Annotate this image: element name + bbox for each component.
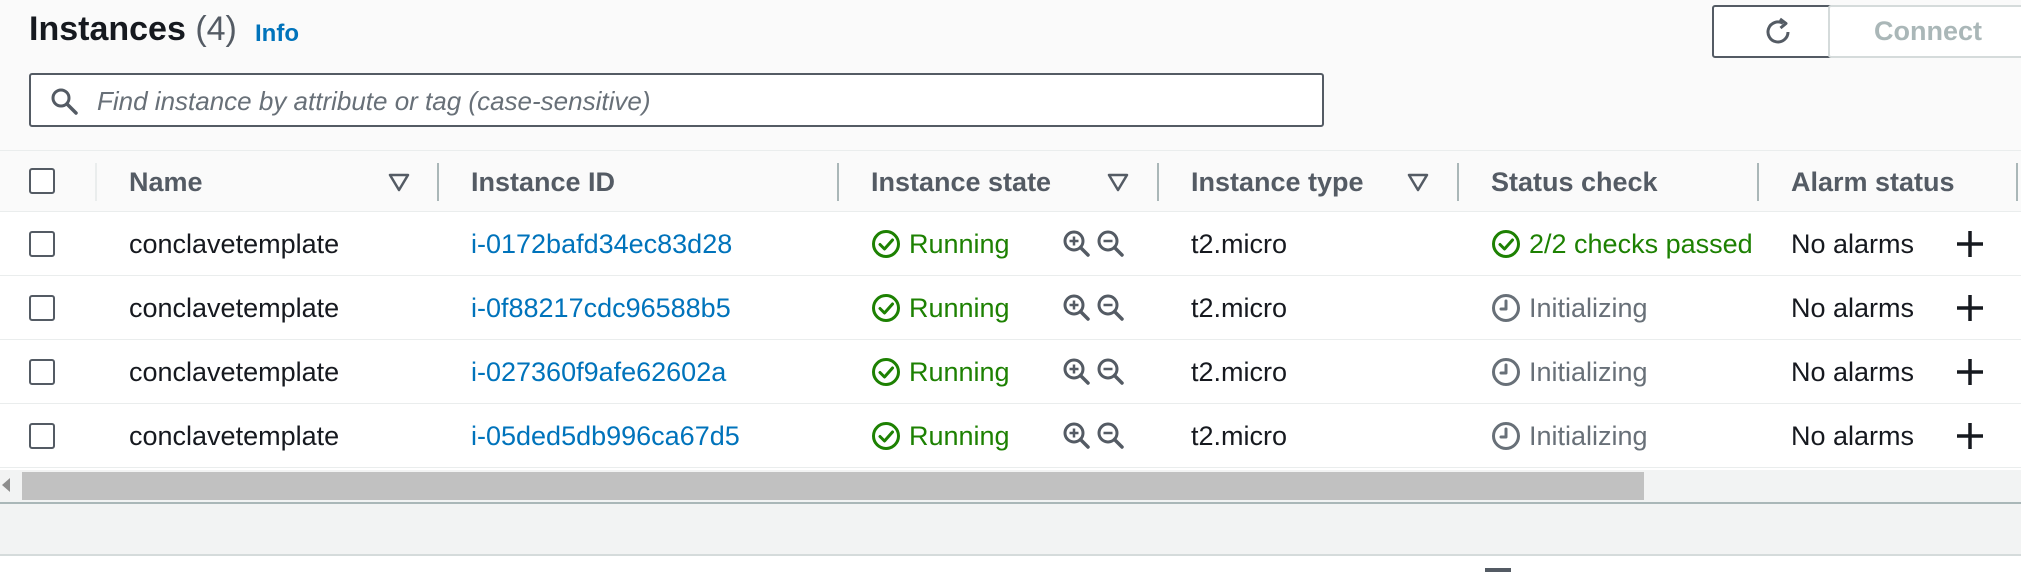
instance-id-link[interactable]: i-027360f9afe62602a: [471, 340, 726, 404]
table-row[interactable]: conclavetemplate i-0172bafd34ec83d28 Run…: [0, 212, 2021, 276]
column-divider[interactable]: [1757, 163, 1759, 201]
clock-icon: [1492, 358, 1520, 386]
column-header-instance-id[interactable]: Instance ID: [471, 151, 615, 213]
sort-down-triangle-icon[interactable]: [388, 171, 410, 193]
instance-type: t2.micro: [1191, 228, 1288, 259]
column-divider[interactable]: [2016, 163, 2018, 201]
check-circle-icon: [872, 294, 900, 322]
alarm-status: No alarms: [1791, 420, 1915, 451]
column-divider[interactable]: [1157, 163, 1159, 201]
instance-name: conclavetemplate: [129, 356, 340, 387]
instance-state-label: Running: [909, 356, 1010, 387]
instance-state-label: Running: [909, 420, 1010, 451]
page-title: Instances (4): [29, 10, 237, 49]
instance-type: t2.micro: [1191, 292, 1288, 323]
zoom-out-icon[interactable]: [1096, 293, 1128, 323]
clock-icon: [1492, 422, 1520, 450]
info-link[interactable]: Info: [255, 20, 299, 48]
row-checkbox[interactable]: [29, 231, 55, 257]
instance-id-link[interactable]: i-0172bafd34ec83d28: [471, 212, 732, 276]
column-header-alarm-status[interactable]: Alarm status: [1791, 151, 1955, 213]
status-check-label: Initializing: [1529, 292, 1648, 323]
column-divider[interactable]: [437, 163, 439, 201]
instance-name: conclavetemplate: [129, 420, 340, 451]
plus-icon[interactable]: [1952, 354, 1988, 390]
instance-name: conclavetemplate: [129, 228, 340, 259]
status-check-label: Initializing: [1529, 420, 1648, 451]
state-filter-controls: [1062, 229, 1128, 259]
status-check: Initializing: [1491, 276, 1648, 340]
search-icon: [51, 88, 78, 115]
check-circle-icon: [872, 422, 900, 450]
status-check: 2/2 checks passed: [1491, 212, 1761, 276]
status-check: Initializing: [1491, 340, 1648, 404]
instance-state: Running: [871, 340, 1010, 404]
state-filter-controls: [1062, 357, 1128, 387]
zoom-in-icon[interactable]: [1062, 229, 1094, 259]
status-check: Initializing: [1491, 404, 1648, 468]
column-divider: [95, 163, 97, 201]
state-filter-controls: [1062, 421, 1128, 451]
check-circle-icon: [872, 358, 900, 386]
instance-id-link[interactable]: i-0f88217cdc96588b5: [471, 276, 731, 340]
search-box[interactable]: [29, 73, 1324, 127]
row-checkbox[interactable]: [29, 359, 55, 385]
instance-state-label: Running: [909, 292, 1010, 323]
column-header-instance-state[interactable]: Instance state: [871, 151, 1051, 213]
page-title-text: Instances: [29, 10, 186, 48]
select-all-checkbox[interactable]: [29, 168, 55, 194]
instance-state: Running: [871, 404, 1010, 468]
alarm-status: No alarms: [1791, 356, 1915, 387]
refresh-icon: [1766, 17, 1790, 43]
instance-type: t2.micro: [1191, 356, 1288, 387]
alarm-status: No alarms: [1791, 292, 1915, 323]
instance-type: t2.micro: [1191, 420, 1288, 451]
instance-count: (4): [195, 10, 237, 48]
zoom-out-icon[interactable]: [1096, 229, 1128, 259]
column-header-name[interactable]: Name: [129, 151, 203, 213]
instance-state: Running: [871, 276, 1010, 340]
row-checkbox[interactable]: [29, 423, 55, 449]
plus-icon[interactable]: [1952, 418, 1988, 454]
table-row[interactable]: conclavetemplate i-0f88217cdc96588b5 Run…: [0, 276, 2021, 340]
row-checkbox[interactable]: [29, 295, 55, 321]
resize-handle[interactable]: [1485, 568, 1511, 572]
state-filter-controls: [1062, 293, 1128, 323]
clock-icon: [1492, 294, 1520, 322]
column-divider[interactable]: [1457, 163, 1459, 201]
instances-header: Instances (4) Info Connect: [0, 0, 2021, 150]
split-panel-divider: [0, 502, 2021, 556]
zoom-in-icon[interactable]: [1062, 357, 1094, 387]
instance-state-label: Running: [909, 228, 1010, 259]
table-row[interactable]: conclavetemplate i-027360f9afe62602a Run…: [0, 340, 2021, 404]
status-check-label: Initializing: [1529, 356, 1648, 387]
instance-name: conclavetemplate: [129, 292, 340, 323]
plus-icon[interactable]: [1952, 290, 1988, 326]
scroll-left-arrow-icon[interactable]: [2, 478, 10, 492]
status-check-label: 2/2 checks passed: [1529, 228, 1753, 259]
sort-down-triangle-icon[interactable]: [1407, 171, 1429, 193]
alarm-status: No alarms: [1791, 228, 1915, 259]
zoom-in-icon[interactable]: [1062, 421, 1094, 451]
table-row[interactable]: conclavetemplate i-05ded5db996ca67d5 Run…: [0, 404, 2021, 468]
zoom-out-icon[interactable]: [1096, 357, 1128, 387]
table-header: Name Instance ID Instance state Instance…: [0, 150, 2021, 212]
instance-state: Running: [871, 212, 1010, 276]
connect-button[interactable]: Connect: [1828, 5, 2021, 58]
check-circle-icon: [872, 230, 900, 258]
zoom-out-icon[interactable]: [1096, 421, 1128, 451]
plus-icon[interactable]: [1952, 226, 1988, 262]
search-input[interactable]: [95, 79, 1299, 123]
check-circle-icon: [1492, 230, 1520, 258]
refresh-button[interactable]: [1712, 5, 1844, 58]
zoom-in-icon[interactable]: [1062, 293, 1094, 323]
sort-down-triangle-icon[interactable]: [1107, 171, 1129, 193]
scrollbar-thumb[interactable]: [22, 472, 1644, 500]
horizontal-scrollbar[interactable]: [0, 470, 2021, 502]
column-header-instance-type[interactable]: Instance type: [1191, 151, 1364, 213]
instances-panel: Instances (4) Info Connect Name: [0, 0, 2021, 579]
instance-id-link[interactable]: i-05ded5db996ca67d5: [471, 404, 740, 468]
column-divider[interactable]: [837, 163, 839, 201]
column-header-status-check[interactable]: Status check: [1491, 151, 1658, 213]
